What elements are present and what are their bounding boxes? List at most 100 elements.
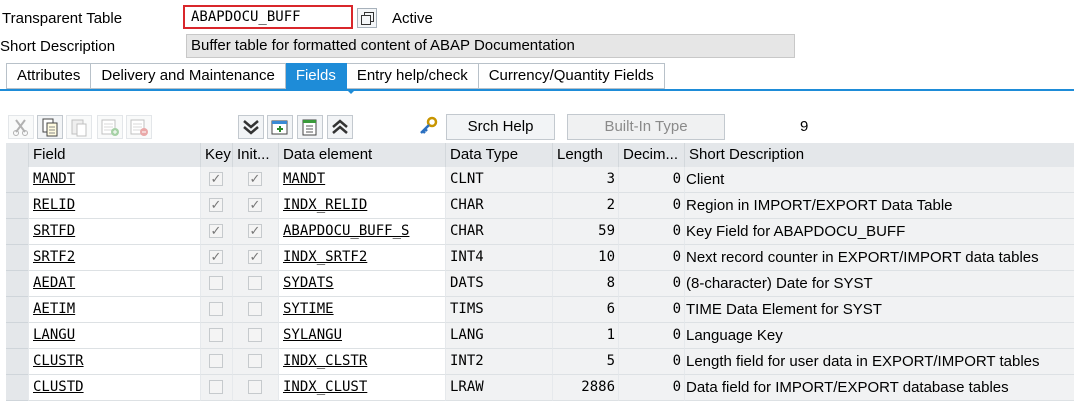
field-name-cell[interactable]: AETIM xyxy=(28,297,200,323)
table-row[interactable]: LANGU SYLANGU LANG 1 0 Language Key xyxy=(6,323,1074,349)
row-selector[interactable] xyxy=(6,375,28,401)
table-row[interactable]: SRTF2 ✓ ✓ INDX_SRTF2 INT4 10 0 Next record coun… xyxy=(6,245,1074,271)
table-row[interactable]: AETIM SYTIME TIMS 6 0 TIME Data Element for S… xyxy=(6,297,1074,323)
field-name-cell[interactable]: CLUSTD xyxy=(28,375,200,401)
initial-values-checkbox[interactable] xyxy=(248,354,262,368)
row-selector[interactable] xyxy=(6,167,28,193)
tab-attributes[interactable]: Attributes xyxy=(6,63,92,89)
data-element-cell[interactable]: INDX_RELID xyxy=(278,193,445,219)
initial-values-checkbox[interactable] xyxy=(248,276,262,290)
data-type-cell: LRAW xyxy=(445,375,552,401)
field-name-cell[interactable]: CLUSTR xyxy=(28,349,200,375)
key-checkbox[interactable] xyxy=(209,302,223,316)
col-header-field[interactable]: Field xyxy=(28,143,200,167)
table-name-field[interactable]: ABAPDOCU_BUFF xyxy=(183,5,353,29)
col-header-initial[interactable]: Init... xyxy=(232,143,278,167)
built-in-type-button[interactable]: Built-In Type xyxy=(567,114,725,140)
row-selector[interactable] xyxy=(6,245,28,271)
field-name-cell[interactable]: SRTF2 xyxy=(28,245,200,271)
initial-values-checkbox[interactable] xyxy=(248,380,262,394)
initial-values-checkbox[interactable]: ✓ xyxy=(248,198,262,212)
collapse-all-button[interactable] xyxy=(327,115,353,139)
table-row[interactable]: MANDT ✓ ✓ MANDT CLNT 3 0 Client xyxy=(6,167,1074,193)
short-description-cell: TIME Data Element for SYST xyxy=(684,297,1074,323)
initial-cell xyxy=(232,349,278,375)
key-checkbox[interactable]: ✓ xyxy=(209,250,223,264)
col-header-data-element[interactable]: Data element xyxy=(278,143,445,167)
data-element-cell[interactable]: INDX_SRTF2 xyxy=(278,245,445,271)
tab-fields[interactable]: Fields xyxy=(285,63,347,89)
data-element-cell[interactable]: INDX_CLUST xyxy=(278,375,445,401)
col-header-length[interactable]: Length xyxy=(552,143,618,167)
short-description-label: Short Description xyxy=(0,38,116,55)
key-cell xyxy=(200,271,232,297)
data-element-cell[interactable]: MANDT xyxy=(278,167,445,193)
key-checkbox[interactable] xyxy=(209,380,223,394)
data-element-cell[interactable]: INDX_CLSTR xyxy=(278,349,445,375)
row-selector[interactable] xyxy=(6,219,28,245)
data-element-cell[interactable]: SYDATS xyxy=(278,271,445,297)
key-cell: ✓ xyxy=(200,245,232,271)
key-cell: ✓ xyxy=(200,193,232,219)
col-header-short-description[interactable]: Short Description xyxy=(684,143,1074,167)
delete-row-button[interactable] xyxy=(126,115,152,139)
key-checkbox[interactable] xyxy=(209,276,223,290)
copy-name-button[interactable] xyxy=(357,8,377,28)
row-selector[interactable] xyxy=(6,297,28,323)
key-checkbox[interactable] xyxy=(209,354,223,368)
data-type-cell: INT4 xyxy=(445,245,552,271)
select-all-corner[interactable] xyxy=(6,143,28,167)
short-description-cell: Language Key xyxy=(684,323,1074,349)
length-cell: 2886 xyxy=(552,375,618,401)
short-description-field[interactable]: Buffer table for formatted content of AB… xyxy=(186,34,795,58)
row-selector[interactable] xyxy=(6,349,28,375)
initial-values-checkbox[interactable]: ✓ xyxy=(248,172,262,186)
initial-values-checkbox[interactable] xyxy=(248,328,262,342)
copy-button[interactable] xyxy=(37,115,63,139)
tab-currency-quantity-fields[interactable]: Currency/Quantity Fields xyxy=(478,63,665,89)
key-checkbox[interactable]: ✓ xyxy=(209,198,223,212)
data-element-cell[interactable]: SYLANGU xyxy=(278,323,445,349)
field-name-cell[interactable]: RELID xyxy=(28,193,200,219)
table-row[interactable]: RELID ✓ ✓ INDX_RELID CHAR 2 0 Region in IMPORT/… xyxy=(6,193,1074,219)
col-header-data-type[interactable]: Data Type xyxy=(445,143,552,167)
length-cell: 2 xyxy=(552,193,618,219)
col-header-decimals[interactable]: Decim... xyxy=(618,143,684,167)
expand-all-button[interactable] xyxy=(238,115,264,139)
key-checkbox[interactable]: ✓ xyxy=(209,224,223,238)
table-row[interactable]: CLUSTD INDX_CLUST LRAW 2886 0 Data field for … xyxy=(6,375,1074,401)
initial-values-checkbox[interactable]: ✓ xyxy=(248,224,262,238)
decimals-cell: 0 xyxy=(618,219,684,245)
length-cell: 1 xyxy=(552,323,618,349)
paste-button[interactable] xyxy=(66,115,92,139)
data-element-cell[interactable]: ABAPDOCU_BUFF_S xyxy=(278,219,445,245)
row-selector[interactable] xyxy=(6,271,28,297)
field-name-cell[interactable]: MANDT xyxy=(28,167,200,193)
new-field-button[interactable] xyxy=(267,115,293,139)
row-selector[interactable] xyxy=(6,193,28,219)
row-selector[interactable] xyxy=(6,323,28,349)
field-name-cell[interactable]: AEDAT xyxy=(28,271,200,297)
table-row[interactable]: AEDAT SYDATS DATS 8 0 (8-character) Date for … xyxy=(6,271,1074,297)
short-description-cell: Next record counter in EXPORT/IMPORT dat… xyxy=(684,245,1074,271)
insert-row-button[interactable] xyxy=(97,115,123,139)
data-element-cell[interactable]: SYTIME xyxy=(278,297,445,323)
key-checkbox[interactable]: ✓ xyxy=(209,172,223,186)
cut-button[interactable] xyxy=(8,115,34,139)
initial-values-checkbox[interactable] xyxy=(248,302,262,316)
initial-values-checkbox[interactable]: ✓ xyxy=(248,250,262,264)
initial-cell xyxy=(232,375,278,401)
table-row[interactable]: CLUSTR INDX_CLSTR INT2 5 0 Length field for u… xyxy=(6,349,1074,375)
data-type-cell: DATS xyxy=(445,271,552,297)
tab-entry-help-check[interactable]: Entry help/check xyxy=(346,63,479,89)
key-button[interactable] xyxy=(416,115,442,139)
decimals-cell: 0 xyxy=(618,375,684,401)
table-row[interactable]: SRTFD ✓ ✓ ABAPDOCU_BUFF_S CHAR 59 0 Key Field f… xyxy=(6,219,1074,245)
col-header-key[interactable]: Key xyxy=(200,143,232,167)
tab-delivery-and-maintenance[interactable]: Delivery and Maintenance xyxy=(91,63,286,89)
field-name-cell[interactable]: SRTFD xyxy=(28,219,200,245)
search-help-button[interactable]: Srch Help xyxy=(446,114,555,140)
key-checkbox[interactable] xyxy=(209,328,223,342)
details-button[interactable] xyxy=(297,115,323,139)
field-name-cell[interactable]: LANGU xyxy=(28,323,200,349)
